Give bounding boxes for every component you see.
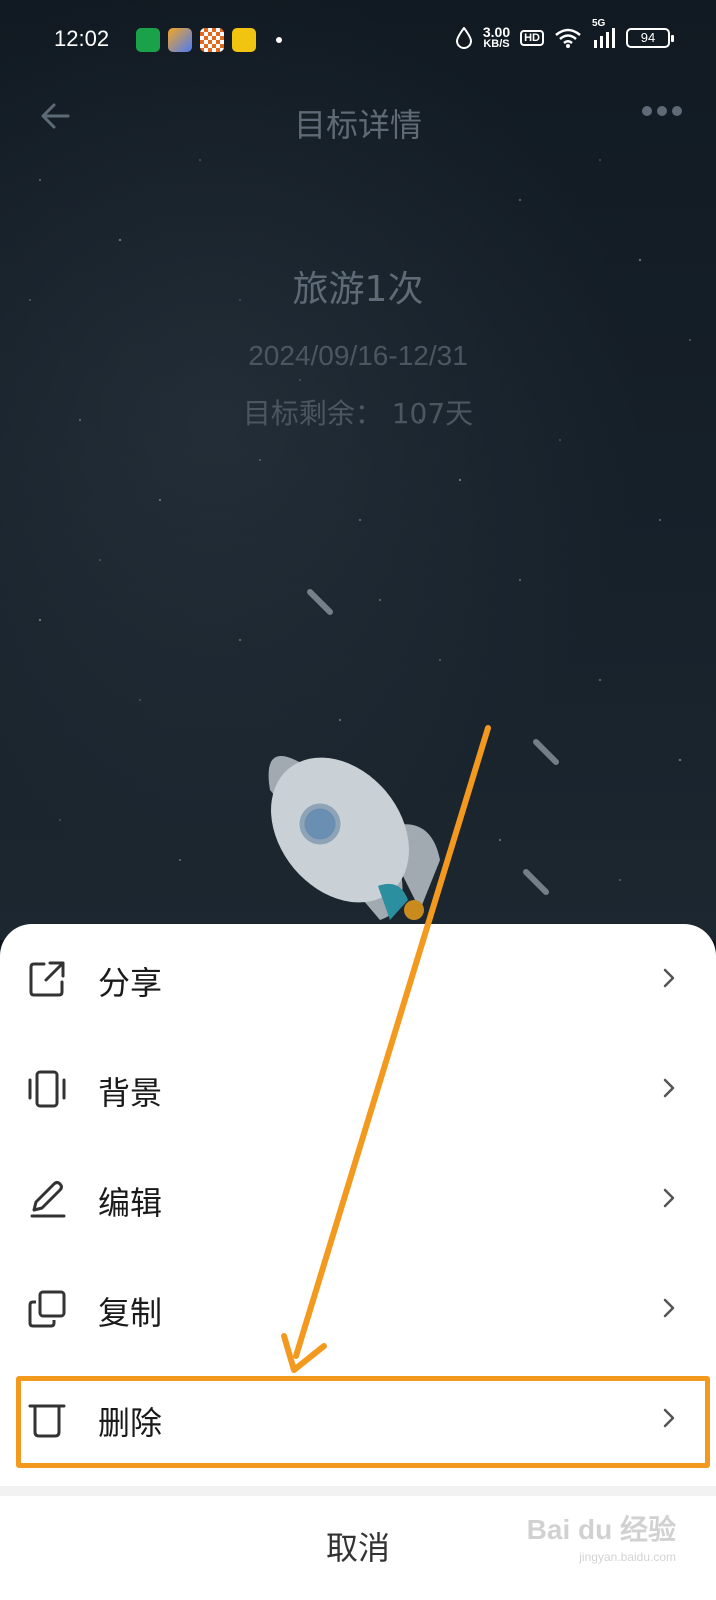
baidu-watermark: Bai du 经验 [526, 1514, 676, 1545]
menu-item-label: 编辑 [98, 1184, 163, 1222]
goal-remaining: 目标剩余： 107天 [242, 397, 474, 430]
goal-date-range: 2024/09/16-12/31 [248, 340, 468, 371]
oppo-app-icon [136, 28, 160, 52]
status-time: 12:02 [54, 26, 110, 51]
copy-icon [28, 1290, 66, 1328]
menu-item-label: 删除 [98, 1404, 163, 1442]
network-speed: 3.00 KB/S [482, 24, 511, 50]
signal-indicator: 5G [592, 18, 616, 51]
signal-bars-icon [594, 28, 615, 48]
menu-item-background[interactable]: 背景 [0, 1034, 716, 1144]
trash-icon [28, 1404, 66, 1438]
menu-item-delete[interactable]: 删除 [0, 1364, 716, 1474]
more-notifications-dot [276, 37, 282, 43]
chevron-right-icon [663, 1078, 675, 1098]
action-sheet: 分享 背景 编辑 复制 删除 取消 [0, 924, 716, 1600]
wifi-icon [555, 28, 581, 48]
status-bar: 12:02 3.00 KB/S HD 5G 94 [0, 0, 716, 84]
chevron-right-icon [663, 1188, 675, 1208]
chevron-right-icon [663, 968, 675, 988]
chevron-right-icon [663, 1408, 675, 1428]
menu-item-share[interactable]: 分享 [0, 924, 716, 1034]
menu-item-label: 复制 [98, 1294, 163, 1332]
page-title: 目标详情 [293, 106, 422, 144]
notification-icons [136, 28, 282, 52]
bird-app-icon [232, 28, 256, 52]
menu-item-edit[interactable]: 编辑 [0, 1144, 716, 1254]
assistant-app-icon [168, 28, 192, 52]
more-dots-icon[interactable] [642, 106, 682, 116]
goal-title: 旅游1次 [292, 269, 424, 310]
menu-item-label: 背景 [98, 1074, 163, 1112]
game-app-icon [200, 28, 224, 52]
pen-icon [30, 1181, 66, 1218]
status-right: 3.00 KB/S HD 5G 94 [455, 18, 674, 51]
sheet-divider [0, 1486, 716, 1496]
vibrate-phone-icon [28, 1070, 66, 1108]
water-drop-icon [455, 26, 472, 49]
chevron-right-icon [663, 1298, 675, 1318]
battery-indicator: 94 [626, 27, 674, 48]
rocket-illustration [268, 589, 559, 920]
baidu-watermark-url: jingyan.baidu.com [579, 1550, 676, 1564]
hd-badge: HD [520, 29, 544, 46]
menu-item-label: 分享 [98, 964, 163, 1002]
menu-item-copy[interactable]: 复制 [0, 1254, 716, 1364]
top-bar: 目标详情 [0, 84, 716, 148]
share-icon [29, 961, 65, 997]
